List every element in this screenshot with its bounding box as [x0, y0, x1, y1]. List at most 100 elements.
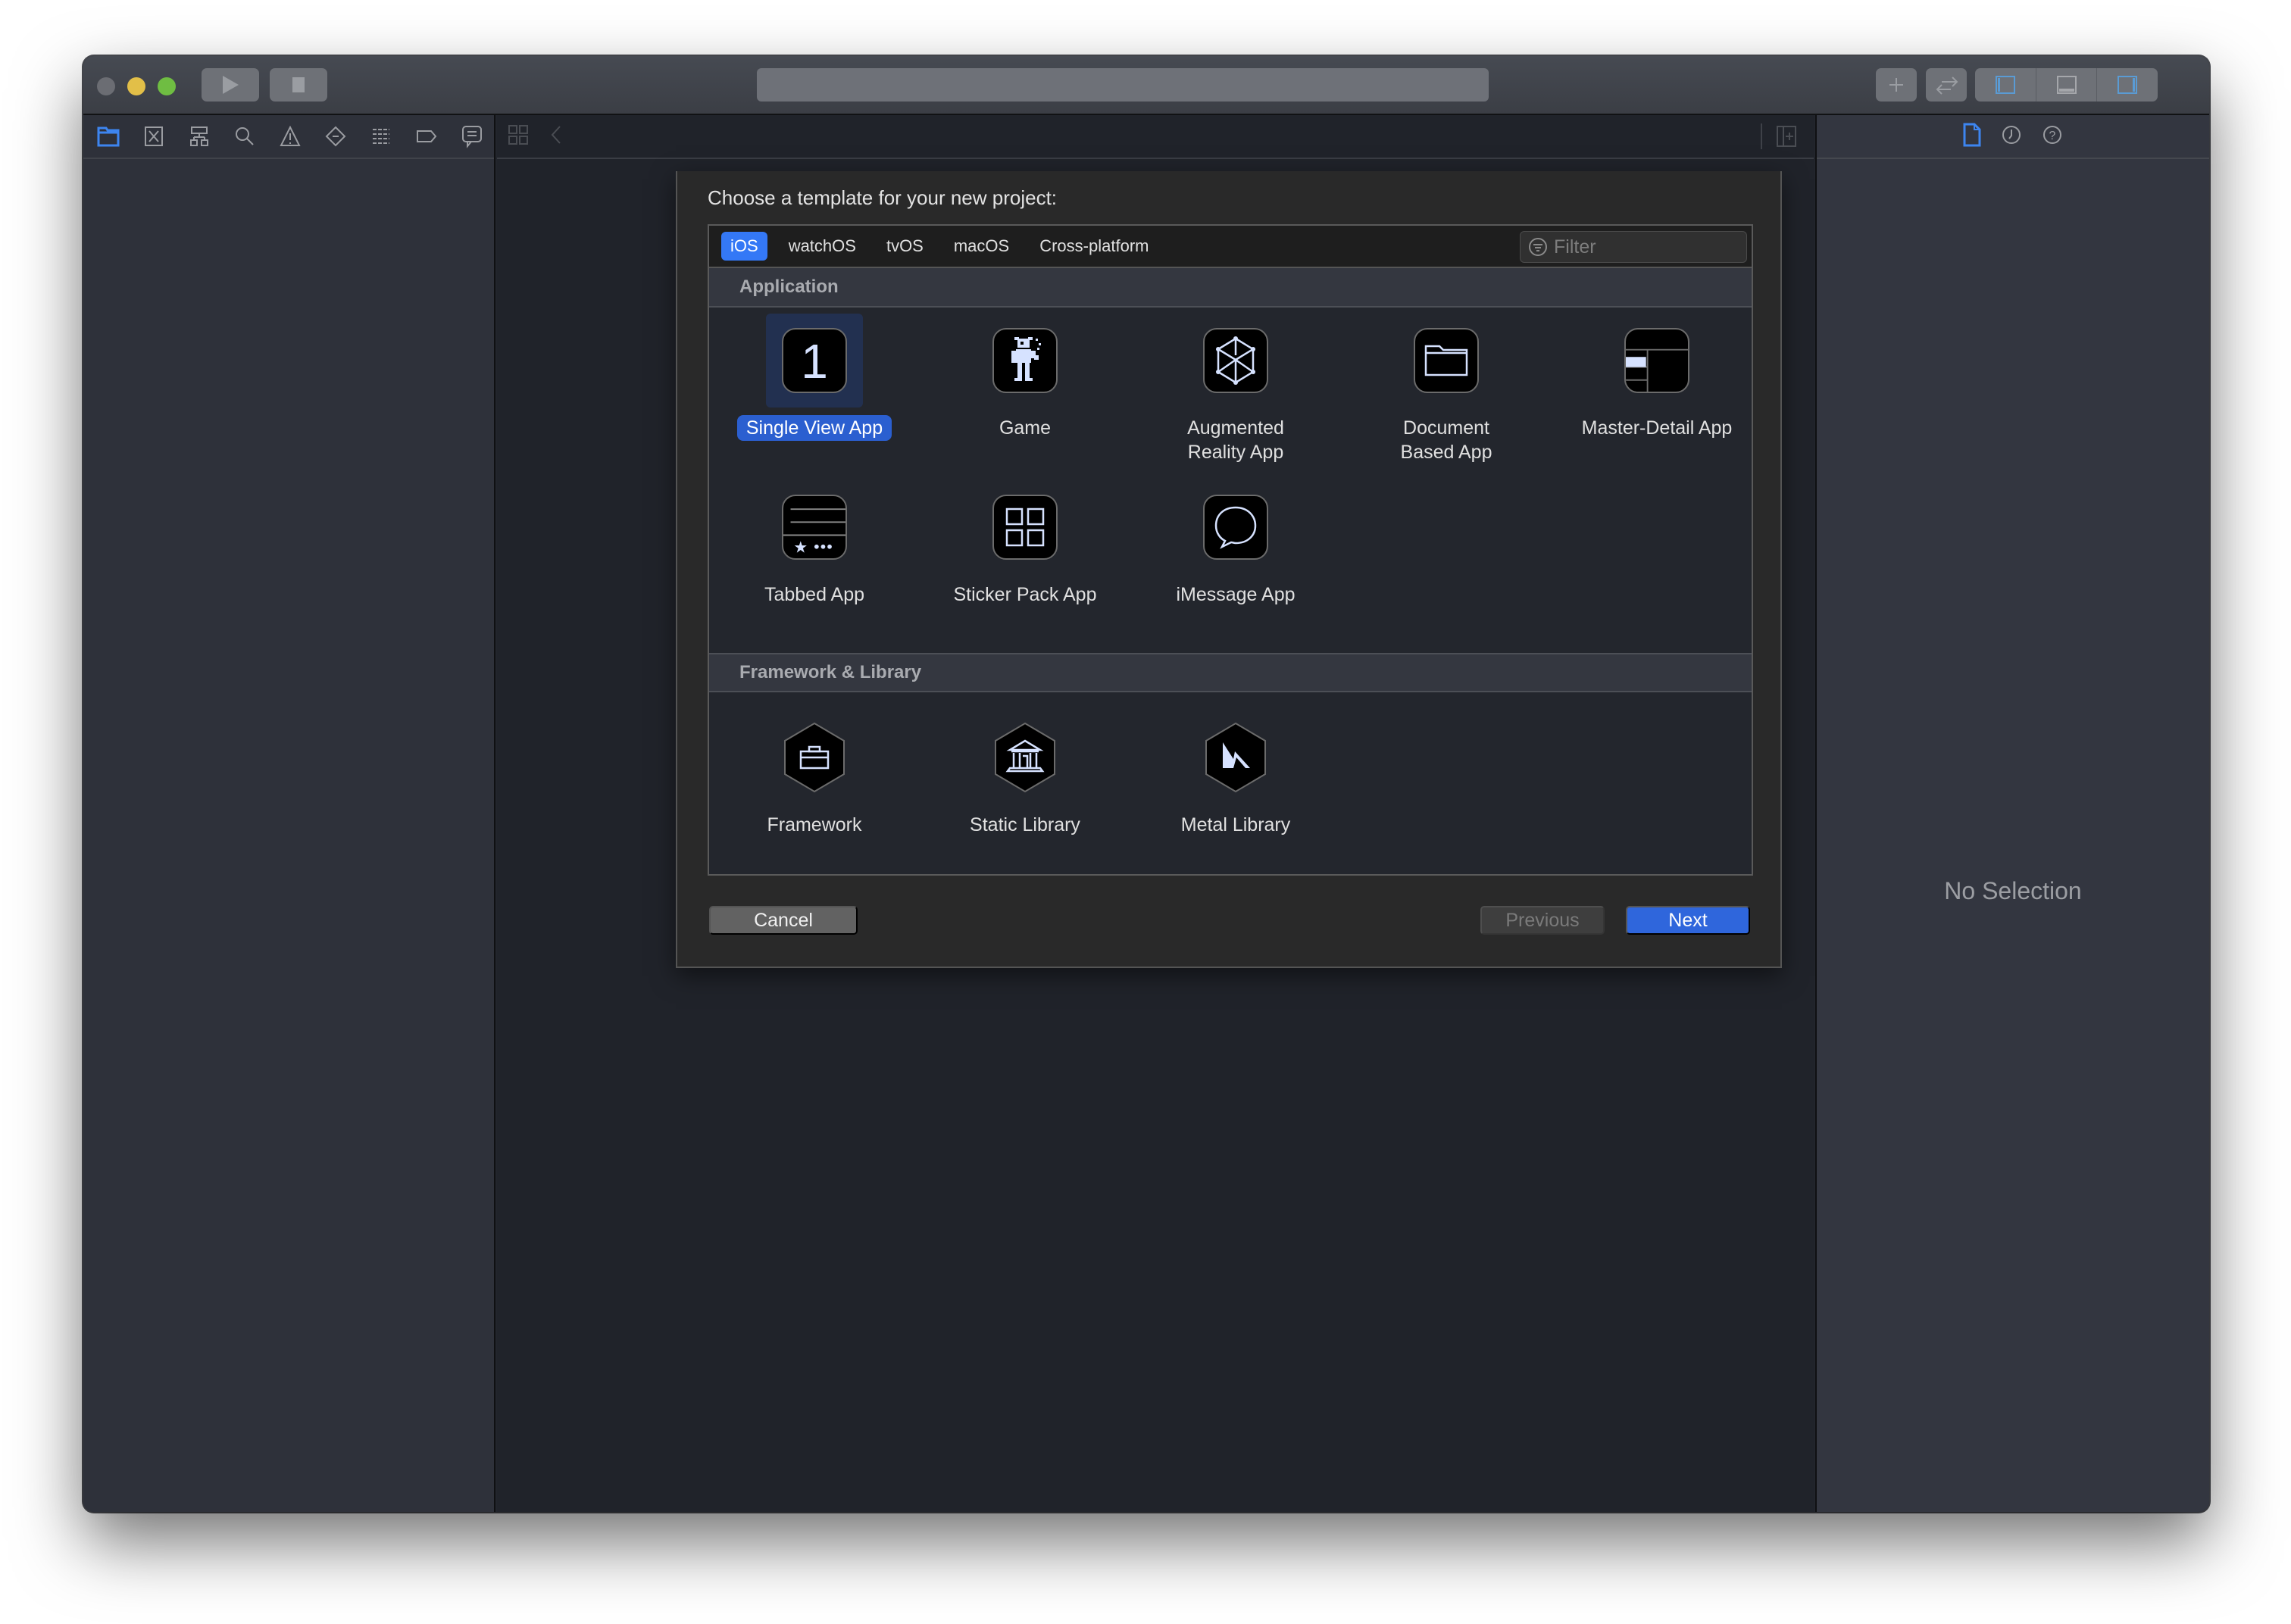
master-detail-icon	[1624, 328, 1689, 393]
project-navigator-tab[interactable]	[94, 122, 123, 151]
layout-toggle-group	[1975, 68, 2158, 102]
find-navigator-tab[interactable]	[230, 122, 259, 151]
framework-templates: Framework Static Library Metal Library	[709, 692, 1752, 871]
filter-field[interactable]	[1520, 231, 1747, 263]
template-icon-frame	[1608, 314, 1705, 408]
template-label: Sticker Pack App	[953, 584, 1097, 605]
template-document-based-app[interactable]: Document Based App	[1341, 314, 1552, 480]
hierarchy-icon	[190, 126, 208, 146]
tab-tvos[interactable]: tvOS	[877, 232, 933, 261]
template-master-detail-app[interactable]: Master-Detail App	[1552, 314, 1762, 480]
section-header-framework-library: Framework & Library	[709, 653, 1752, 692]
warning-icon	[280, 125, 301, 146]
xcode-window: ? No Selection Choose a template for you…	[83, 56, 2209, 1512]
metal-icon	[1205, 722, 1266, 793]
tab-macos[interactable]: macOS	[945, 232, 1018, 261]
template-label: Augmented Reality App	[1187, 417, 1284, 463]
test-navigator-tab[interactable]	[321, 122, 350, 151]
stop-button[interactable]	[270, 68, 327, 102]
template-framework[interactable]: Framework	[709, 710, 920, 871]
history-inspector-tab[interactable]	[2000, 123, 2023, 150]
next-button[interactable]: Next	[1626, 906, 1750, 935]
file-inspector-tab[interactable]	[1962, 122, 1982, 151]
play-icon	[223, 76, 239, 94]
template-icon-frame	[1398, 314, 1495, 408]
template-label: Master-Detail App	[1581, 417, 1733, 439]
ar-cube-icon	[1203, 328, 1268, 393]
navigator-toggle[interactable]	[1975, 68, 2036, 102]
debug-area-toggle[interactable]	[2036, 68, 2098, 102]
report-navigator-tab[interactable]	[458, 122, 486, 151]
template-label: Metal Library	[1180, 814, 1291, 835]
tab-watchos[interactable]: watchOS	[780, 232, 865, 261]
split-editor-icon	[1777, 126, 1796, 147]
new-project-sheet: Choose a template for your new project: …	[676, 171, 1782, 968]
toolbar	[83, 56, 2209, 115]
run-button[interactable]	[202, 68, 259, 102]
breakpoint-icon	[417, 130, 437, 142]
template-icon-highlight: 1	[766, 314, 863, 408]
clock-icon	[2002, 125, 2021, 144]
inspector-tab-bar: ?	[1817, 115, 2209, 159]
right-panel-icon	[2118, 76, 2138, 94]
template-icon-frame	[977, 710, 1074, 804]
debug-navigator-tab[interactable]	[367, 122, 395, 151]
source-control-navigator-tab[interactable]	[139, 122, 168, 151]
filter-input[interactable]	[1554, 236, 1736, 258]
breakpoint-navigator-tab[interactable]	[412, 122, 441, 151]
template-label: Framework	[767, 814, 862, 835]
template-tabbed-app[interactable]: ★ Tabbed App	[709, 480, 920, 647]
minimize-window-button[interactable]	[127, 77, 145, 95]
separator	[1761, 123, 1762, 149]
back-button[interactable]	[550, 124, 562, 149]
template-static-library[interactable]: Static Library	[920, 710, 1130, 871]
search-icon	[236, 127, 254, 145]
template-label: iMessage App	[1176, 584, 1296, 605]
jump-bar	[497, 115, 1814, 159]
add-editor-button[interactable]	[1761, 123, 1797, 149]
template-label: Game	[999, 417, 1052, 439]
section-header-application: Application	[709, 268, 1752, 308]
inspector-toggle[interactable]	[2097, 68, 2158, 102]
template-augmented-reality-app[interactable]: Augmented Reality App	[1130, 314, 1341, 480]
template-icon-frame	[766, 710, 863, 804]
application-templates: 1 Single View App Game Augmented Reality…	[709, 308, 1752, 653]
swap-arrows-icon	[1936, 77, 1958, 95]
svg-text:★: ★	[793, 538, 808, 556]
filter-icon	[1529, 238, 1547, 256]
template-sticker-pack-app[interactable]: Sticker Pack App	[920, 480, 1130, 647]
cancel-button[interactable]: Cancel	[709, 906, 858, 935]
library-button[interactable]	[1876, 68, 1917, 102]
navigator-pane	[83, 115, 495, 1512]
document-icon	[1963, 123, 1981, 146]
tab-ios[interactable]: iOS	[721, 232, 767, 261]
sheet-title: Choose a template for your new project:	[708, 186, 1058, 209]
symbol-navigator-tab[interactable]	[185, 122, 214, 151]
tab-bar-icon: ★	[782, 495, 847, 560]
svg-text:?: ?	[2049, 130, 2056, 142]
zoom-window-button[interactable]	[158, 77, 176, 95]
issue-navigator-tab[interactable]	[276, 122, 305, 151]
template-imessage-app[interactable]: iMessage App	[1130, 480, 1341, 647]
related-items-button[interactable]	[508, 124, 529, 149]
chevron-left-icon	[551, 125, 561, 144]
quick-help-tab[interactable]: ?	[2041, 123, 2064, 150]
sticker-grid-icon	[992, 495, 1058, 560]
svg-text:1: 1	[801, 334, 828, 387]
platform-tab-bar: iOS watchOS tvOS macOS Cross-platform	[709, 226, 1752, 268]
grid-icon	[508, 124, 528, 145]
code-review-button[interactable]	[1926, 68, 1967, 102]
template-single-view-app[interactable]: 1 Single View App	[709, 314, 920, 480]
inspector-pane: ? No Selection	[1815, 115, 2209, 1512]
template-icon-frame	[1187, 710, 1284, 804]
close-window-button[interactable]	[97, 77, 115, 95]
lines-icon	[373, 129, 389, 144]
template-game[interactable]: Game	[920, 314, 1130, 480]
tab-cross-platform[interactable]: Cross-platform	[1030, 232, 1158, 261]
bank-building-icon	[995, 722, 1055, 793]
template-icon-frame	[977, 480, 1074, 574]
template-metal-library[interactable]: Metal Library	[1130, 710, 1341, 871]
diamond-icon	[325, 126, 346, 147]
previous-button[interactable]: Previous	[1480, 906, 1605, 935]
folder-icon	[1414, 328, 1479, 393]
